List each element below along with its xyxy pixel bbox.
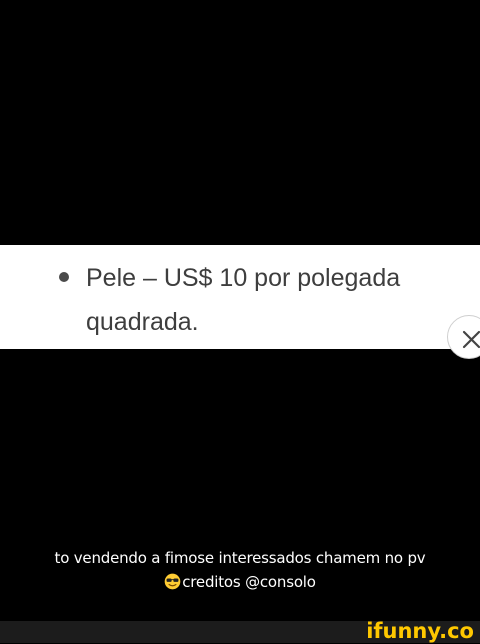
close-icon (462, 330, 480, 349)
snippet-line-2: quadrada. (86, 308, 199, 336)
ifunny-logo: ifunny.co (366, 619, 474, 643)
snippet-text: Pele – US$ 10 por polegada quadrada. (86, 256, 446, 344)
sunglasses-emoji-icon (164, 573, 181, 590)
snippet-line-1: Pele – US$ 10 por polegada (86, 264, 401, 292)
caption-line-2: creditos @consolo (182, 573, 316, 591)
bullet-point (59, 272, 69, 282)
caption-line-2-wrap: creditos @consolo (0, 570, 480, 594)
close-button[interactable] (447, 315, 480, 359)
caption-line-1: to vendendo a fimose interessados chamem… (54, 549, 426, 567)
meme-caption: to vendendo a fimose interessados chamem… (0, 546, 480, 594)
